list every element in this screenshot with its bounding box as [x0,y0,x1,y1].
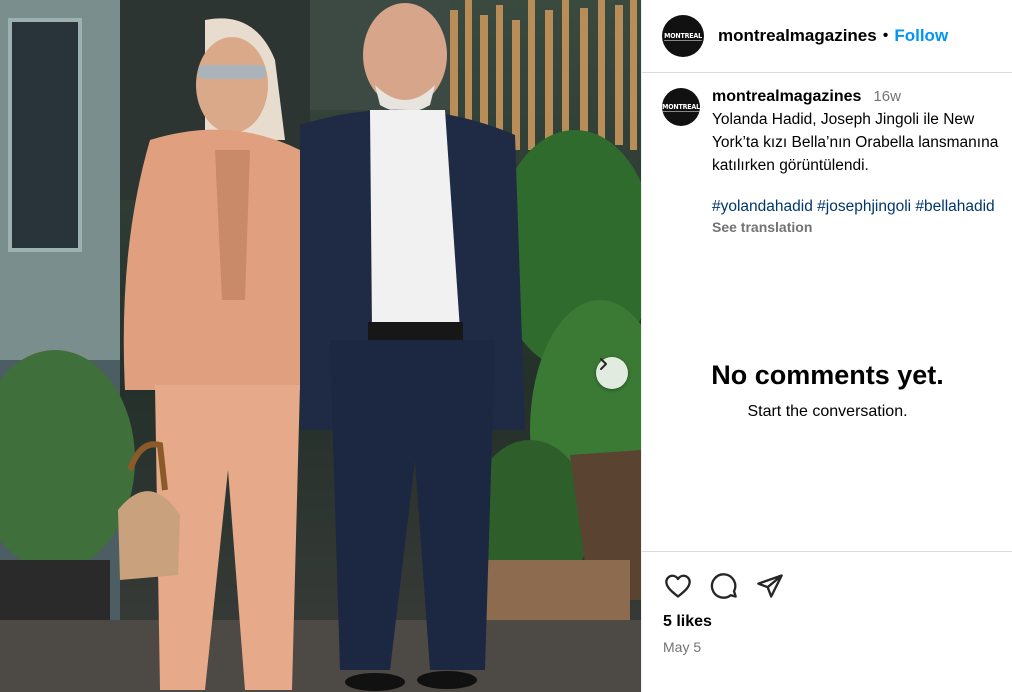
caption-timestamp[interactable]: 16w [873,88,901,105]
empty-comments-title: No comments yet. [711,360,944,390]
author-username[interactable]: montrealmagazines [718,26,877,46]
avatar-logo-text: MONTREAL [662,102,700,112]
photo-illustration [0,0,641,692]
empty-comments-subtitle: Start the conversation. [747,403,908,420]
chevron-right-icon [600,358,607,370]
post-header: MONTREAL montrealmagazines • Follow [642,0,1012,73]
author-avatar[interactable]: MONTREAL [662,15,704,57]
comment-button[interactable] [708,570,740,602]
post-sidebar: MONTREAL montrealmagazines • Follow MONT… [641,0,1012,692]
follow-button[interactable]: Follow [894,26,948,46]
caption-username[interactable]: montrealmagazines [712,88,861,106]
separator-dot: • [882,27,889,44]
comment-icon [710,573,737,599]
likes-count[interactable]: 5 likes [663,613,712,631]
caption-body: montrealmagazines 16w Yolanda Hadid, Jos… [712,88,1012,235]
post-photo [0,0,641,692]
avatar-logo-text: MONTREAL [664,31,702,41]
caption-line: katılırken görüntülendi. [712,157,869,174]
share-icon [757,574,783,598]
heart-icon [665,574,691,598]
see-translation-link[interactable]: See translation [712,219,1012,235]
caption-hashtags[interactable]: #yolandahadid #josephjingoli #bellahadid [712,198,1012,216]
caption-header: montrealmagazines 16w [712,88,1012,106]
like-button[interactable] [662,570,694,602]
caption-line: Yolanda Hadid, Joseph Jingoli ile New [712,111,975,128]
caption-avatar[interactable]: MONTREAL [662,88,700,126]
post-caption: MONTREAL montrealmagazines 16w Yolanda H… [662,88,1012,235]
share-button[interactable] [754,570,786,602]
carousel-next-button[interactable] [596,357,628,389]
action-bar [662,570,786,602]
empty-comments: No comments yet. Start the conversation. [642,360,1012,421]
post-date[interactable]: May 5 [663,639,701,655]
post-footer: 5 likes May 5 [642,551,1012,692]
caption-line: York’ta kızı Bella’nın Orabella lansmanı… [712,134,999,151]
